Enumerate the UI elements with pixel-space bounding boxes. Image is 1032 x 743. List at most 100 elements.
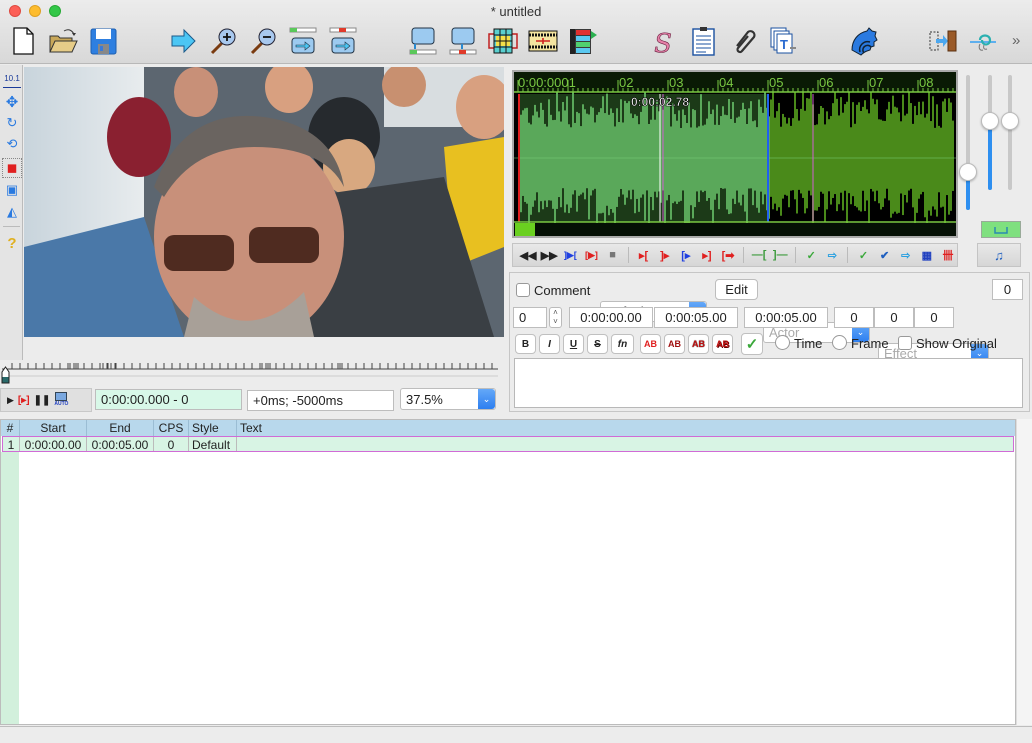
volume-slider[interactable] (1008, 75, 1012, 190)
outline-color-button[interactable]: AB (688, 334, 709, 354)
commit-button[interactable]: ✓ (741, 333, 763, 355)
seek-thumb[interactable] (1, 366, 10, 384)
set-end-from-video-button[interactable] (446, 24, 480, 58)
play-last-500ms-button[interactable]: ▸] (698, 246, 716, 264)
bold-button[interactable]: B (515, 334, 536, 354)
comment-checkbox[interactable] (516, 283, 530, 297)
volume-knob[interactable] (1001, 112, 1019, 130)
vector-clip-tool-button[interactable]: ◭ (3, 203, 21, 221)
auto-commit-button[interactable]: ✓ (854, 246, 872, 264)
show-original-checkbox[interactable] (898, 336, 912, 350)
jump-to-button[interactable] (166, 24, 200, 58)
shadow-color-button[interactable]: AB (712, 334, 733, 354)
primary-color-button[interactable]: AB (640, 334, 661, 354)
prev-line-button[interactable]: ◀◀ (519, 246, 537, 264)
audio-scrollbar-thumb[interactable] (515, 223, 535, 236)
go-to-next-button[interactable]: ⇨ (823, 246, 841, 264)
shift-times-button[interactable] (966, 24, 1000, 58)
rotate-xy-tool-button[interactable]: ⟲ (3, 135, 21, 153)
video-display[interactable] (24, 67, 504, 337)
spectrum-mode-button[interactable]: ▦ (918, 246, 936, 264)
open-file-button[interactable] (46, 24, 80, 58)
end-time-input[interactable]: 0:00:05.00 (654, 307, 738, 328)
subtitle-text-input[interactable] (514, 358, 1023, 408)
font-button[interactable]: fn (611, 334, 634, 354)
audio-settings-button[interactable]: ♫ (977, 243, 1021, 267)
rotate-z-tool-button[interactable]: ↻ (3, 114, 21, 132)
pause-button[interactable]: ❚❚ (34, 395, 51, 406)
jump-to-start-button[interactable] (286, 24, 320, 58)
column-header-text[interactable]: Text (237, 420, 1015, 436)
secondary-color-button[interactable]: AB (664, 334, 685, 354)
time-radio[interactable] (775, 335, 790, 350)
timing-postprocessor-button[interactable] (846, 24, 880, 58)
play-line-button[interactable]: [▸] (18, 395, 30, 406)
standard-tool-button[interactable]: 10.1 (3, 70, 21, 88)
frame-radio[interactable] (832, 335, 847, 350)
link-sliders-button[interactable] (981, 221, 1021, 238)
video-time-display[interactable]: 0:00:00.000 - 0 (95, 389, 242, 410)
next-line-on-commit-button[interactable]: ✔ (876, 246, 894, 264)
vertical-zoom-knob[interactable] (981, 112, 999, 130)
new-file-button[interactable] (6, 24, 40, 58)
save-file-button[interactable] (86, 24, 120, 58)
lead-out-button[interactable]: ]— (771, 246, 789, 264)
translation-assistant-button[interactable]: S (646, 24, 680, 58)
styles-manager-button[interactable] (486, 24, 520, 58)
margin-left-input[interactable]: 0 (834, 307, 874, 328)
video-offset-display[interactable]: +0ms; -5000ms (247, 390, 394, 411)
zoom-out-button[interactable] (246, 24, 280, 58)
fonts-collector-button[interactable] (686, 24, 720, 58)
play-500ms-after-button[interactable]: ]▸ (656, 246, 674, 264)
clip-tool-button[interactable]: ▣ (3, 181, 21, 199)
play-500ms-before-button[interactable]: ▸[ (635, 246, 653, 264)
layer-input[interactable]: 0 (513, 307, 547, 328)
help-button[interactable]: ? (3, 234, 21, 252)
edit-style-button[interactable]: Edit (715, 279, 758, 300)
play-selection-button[interactable]: ]▶[ (561, 246, 579, 264)
video-zoom-select[interactable]: 37.5% ⌄ (400, 388, 496, 410)
video-seek-slider[interactable] (0, 360, 500, 386)
drag-tool-button[interactable]: ✥ (3, 93, 21, 111)
column-header-start[interactable]: Start (20, 420, 87, 436)
grid-scrollbar[interactable] (1016, 419, 1032, 725)
lead-in-button[interactable]: —[ (750, 246, 768, 264)
column-header-end[interactable]: End (87, 420, 154, 436)
margin-right-input[interactable]: 0 (874, 307, 914, 328)
play-first-500ms-button[interactable]: [▸ (677, 246, 695, 264)
attachments-button[interactable] (566, 24, 600, 58)
resample-button[interactable] (726, 24, 760, 58)
next-line-button[interactable]: ▶▶ (540, 246, 558, 264)
zoom-in-button[interactable] (206, 24, 240, 58)
strikeout-button[interactable]: S (587, 334, 608, 354)
automation-button[interactable]: T (766, 24, 800, 58)
waveform-sample (846, 101, 848, 228)
audio-waveform-display[interactable]: 0:00:0001 02 03 04 05 06 07 08 0:00:02.78 (512, 70, 969, 238)
margin-vertical-input[interactable]: 0 (914, 307, 954, 328)
column-header-cps[interactable]: CPS (154, 420, 189, 436)
kanji-timer-button[interactable] (926, 24, 960, 58)
clip-tool-icon: ▣ (5, 182, 19, 197)
italic-button[interactable]: I (539, 334, 560, 354)
layer-stepper[interactable]: ˄ ˅ (549, 307, 562, 328)
play-button[interactable]: ▶ (7, 395, 14, 406)
karaoke-button[interactable]: 卌 (939, 246, 957, 264)
start-time-input[interactable]: 0:00:00.00 (569, 307, 653, 328)
underline-button[interactable]: U (563, 334, 584, 354)
auto-scroll-video-button[interactable]: AUTO (54, 392, 68, 408)
column-header-style[interactable]: Style (189, 420, 237, 436)
set-start-from-video-button[interactable] (406, 24, 440, 58)
scale-tool-button[interactable]: ◼ (2, 158, 22, 178)
jump-to-end-button[interactable] (326, 24, 360, 58)
commit-button[interactable]: ✓ (802, 246, 820, 264)
toolbar-overflow-button[interactable]: » (1012, 32, 1020, 49)
play-to-end-button[interactable]: [➡ (719, 246, 737, 264)
duration-input[interactable]: 0:00:05.00 (744, 307, 828, 328)
column-header-number[interactable]: # (1, 420, 20, 436)
auto-scroll-button[interactable]: ⇨ (897, 246, 915, 264)
play-line-button[interactable]: [▶] (582, 246, 600, 264)
horizontal-zoom-knob[interactable] (959, 163, 977, 182)
table-row[interactable]: 1 0:00:00.00 0:00:05.00 0 Default (2, 436, 1014, 452)
stop-button[interactable]: ■ (604, 246, 622, 264)
properties-button[interactable] (526, 24, 560, 58)
